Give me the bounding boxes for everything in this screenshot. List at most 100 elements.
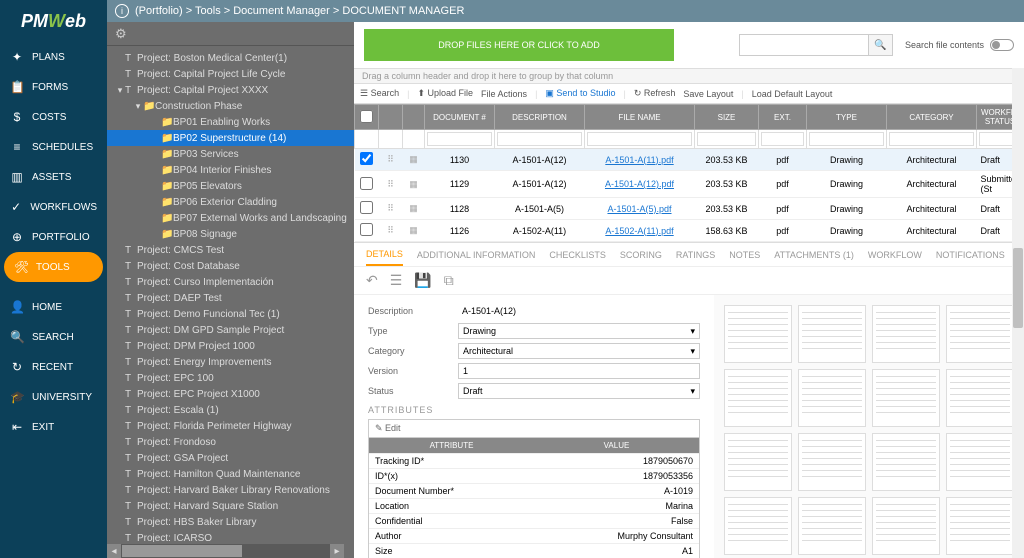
preview-thumbnail[interactable] (872, 305, 940, 363)
popout-icon[interactable]: ⧉ (444, 272, 454, 289)
search-input[interactable] (739, 34, 869, 56)
tree-node[interactable]: TProject: Harvard Baker Library Renovati… (107, 482, 354, 498)
tab-details[interactable]: DETAILS (366, 244, 403, 266)
preview-thumbnail[interactable] (724, 305, 792, 363)
file-actions-menu[interactable]: File Actions (481, 89, 527, 99)
drag-handle-icon[interactable]: ⠿ (379, 171, 403, 198)
tree-node[interactable]: TProject: Boston Medical Center(1) (107, 50, 354, 66)
nav-university[interactable]: 🎓UNIVERSITY (0, 382, 107, 412)
tree-node[interactable]: TProject: ICARSO (107, 530, 354, 542)
filter-input[interactable] (761, 132, 804, 146)
scroll-right-icon[interactable]: ▸ (330, 544, 344, 558)
preview-thumbnail[interactable] (798, 305, 866, 363)
filter-input[interactable] (697, 132, 756, 146)
file-link[interactable]: A-1501-A(5).pdf (585, 198, 695, 220)
table-row[interactable]: ⠿▦1129A-1501-A(12)A-1501-A(12).pdf203.53… (355, 171, 1024, 198)
nav-plans[interactable]: ✦PLANS (0, 42, 107, 72)
tab-additional-information[interactable]: ADDITIONAL INFORMATION (417, 245, 536, 265)
tree-node[interactable]: 📁BP03 Services (107, 146, 354, 162)
search-button[interactable]: 🔍 (869, 34, 893, 56)
col-header[interactable]: EXT. (759, 105, 807, 130)
document-preview[interactable] (714, 295, 1024, 558)
nav-costs[interactable]: $COSTS (0, 102, 107, 132)
col-header[interactable]: TYPE (807, 105, 887, 130)
nav-tools[interactable]: 🛠TOOLS (4, 252, 103, 282)
search-action[interactable]: ☰ Search (360, 88, 399, 99)
tree-node[interactable]: 📁BP02 Superstructure (14) (107, 130, 354, 146)
tree-node[interactable]: TProject: HBS Baker Library (107, 514, 354, 530)
tree-node[interactable]: TProject: Curso Implementación (107, 274, 354, 290)
field-category[interactable]: Architectural▾ (458, 343, 700, 359)
scroll-thumb[interactable] (122, 545, 242, 557)
edit-attributes-button[interactable]: ✎ Edit (369, 420, 699, 438)
field-status[interactable]: Draft▾ (458, 383, 700, 399)
tree-toggle-icon[interactable]: ▾ (133, 101, 143, 112)
col-header[interactable]: DESCRIPTION (495, 105, 585, 130)
upload-file-action[interactable]: ⬆ Upload File (417, 88, 473, 99)
drag-handle-icon[interactable]: ⠿ (379, 198, 403, 220)
tree-node[interactable]: TProject: Escala (1) (107, 402, 354, 418)
row-checkbox[interactable] (360, 177, 373, 190)
tab-workflow[interactable]: WORKFLOW (868, 245, 922, 265)
tree-node[interactable]: TProject: EPC 100 (107, 370, 354, 386)
tree-node[interactable]: 📁BP04 Interior Finishes (107, 162, 354, 178)
preview-thumbnail[interactable] (946, 305, 1014, 363)
nav-exit[interactable]: ⇤EXIT (0, 412, 107, 442)
tree-node[interactable]: TProject: DPM Project 1000 (107, 338, 354, 354)
load-default-layout-action[interactable]: Load Default Layout (752, 89, 833, 99)
tab-attachments-[interactable]: ATTACHMENTS (1) (774, 245, 854, 265)
tree-node[interactable]: 📁BP05 Elevators (107, 178, 354, 194)
drag-handle-icon[interactable]: ⠿ (379, 220, 403, 242)
list-icon[interactable]: ☰ (390, 272, 403, 289)
tree-node[interactable]: TProject: Energy Improvements (107, 354, 354, 370)
undo-icon[interactable]: ↶ (366, 272, 378, 289)
preview-thumbnail[interactable] (724, 433, 792, 491)
row-checkbox[interactable] (360, 223, 373, 236)
tree-node[interactable]: TProject: Harvard Square Station (107, 498, 354, 514)
tree-node[interactable]: TProject: Cost Database (107, 258, 354, 274)
tree-node[interactable]: TProject: Florida Perimeter Highway (107, 418, 354, 434)
row-menu-icon[interactable]: ▦ (403, 220, 425, 242)
group-by-bar[interactable]: Drag a column header and drop it here to… (354, 68, 1024, 84)
preview-thumbnail[interactable] (946, 433, 1014, 491)
tree-node[interactable]: TProject: Capital Project Life Cycle (107, 66, 354, 82)
tab-checklists[interactable]: CHECKLISTS (549, 245, 606, 265)
preview-thumbnail[interactable] (946, 497, 1014, 555)
send-to-studio-action[interactable]: ▣ Send to Studio (545, 88, 615, 99)
preview-thumbnail[interactable] (872, 369, 940, 427)
filter-input[interactable] (809, 132, 884, 146)
preview-thumbnail[interactable] (872, 497, 940, 555)
field-version[interactable]: 1 (458, 363, 700, 379)
tree-toggle-icon[interactable]: ▾ (115, 85, 125, 96)
row-menu-icon[interactable]: ▦ (403, 198, 425, 220)
tree-node[interactable]: ▾TProject: Capital Project XXXX (107, 82, 354, 98)
filter-input[interactable] (427, 132, 492, 146)
preview-thumbnail[interactable] (798, 369, 866, 427)
tree-node[interactable]: TProject: Frondoso (107, 434, 354, 450)
tree-node[interactable]: ▾📁Construction Phase (107, 98, 354, 114)
refresh-action[interactable]: ↻ Refresh (634, 88, 676, 99)
row-checkbox[interactable] (360, 201, 373, 214)
scroll-left-icon[interactable]: ◂ (107, 544, 121, 558)
preview-thumbnail[interactable] (946, 369, 1014, 427)
tab-notifications[interactable]: NOTIFICATIONS (936, 245, 1005, 265)
tree-settings-icon[interactable]: ⚙ (115, 26, 127, 42)
content-vscroll[interactable] (1012, 68, 1024, 558)
drag-handle-icon[interactable]: ⠿ (379, 149, 403, 171)
tree-node[interactable]: 📁BP01 Enabling Works (107, 114, 354, 130)
filter-input[interactable] (889, 132, 974, 146)
row-checkbox[interactable] (360, 152, 373, 165)
nav-home[interactable]: 👤HOME (0, 292, 107, 322)
save-layout-action[interactable]: Save Layout (683, 89, 733, 99)
filter-input[interactable] (587, 132, 692, 146)
table-row[interactable]: ⠿▦1130A-1501-A(12)A-1501-A(11).pdf203.53… (355, 149, 1024, 171)
nav-schedules[interactable]: ≡SCHEDULES (0, 132, 107, 162)
tree-node[interactable]: TProject: EPC Project X1000 (107, 386, 354, 402)
nav-forms[interactable]: 📋FORMS (0, 72, 107, 102)
tree-node[interactable]: TProject: Demo Funcional Tec (1) (107, 306, 354, 322)
nav-recent[interactable]: ↻RECENT (0, 352, 107, 382)
info-icon[interactable]: i (115, 4, 129, 18)
select-all-checkbox[interactable] (360, 110, 373, 123)
tree-node[interactable]: TProject: CMCS Test (107, 242, 354, 258)
save-icon[interactable]: 💾 (414, 272, 431, 289)
